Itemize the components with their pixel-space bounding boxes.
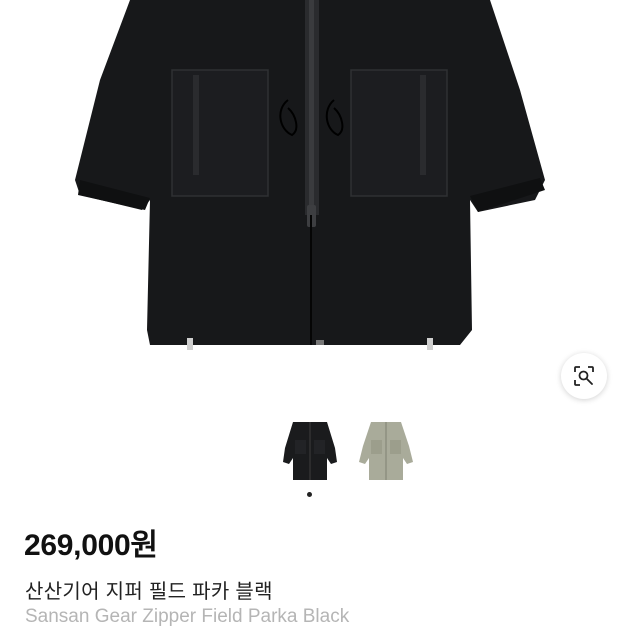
thumbnail-black[interactable] (279, 418, 341, 484)
black-parka-thumbnail-image (283, 422, 337, 480)
thumbnail-khaki[interactable] (355, 418, 417, 484)
product-price: 269,000원 (24, 529, 158, 562)
product-subtitle-english: Sansan Gear Zipper Field Parka Black (25, 606, 350, 627)
parka-illustration (75, 0, 545, 350)
color-variant-thumbnails (0, 418, 620, 488)
khaki-parka-thumbnail-image (359, 422, 413, 480)
product-main-image[interactable] (0, 0, 620, 400)
visual-search-button[interactable] (561, 353, 607, 399)
product-title: 산산기어 지퍼 필드 파카 블랙 (25, 581, 273, 603)
visual-search-icon (574, 366, 594, 386)
gallery-page-indicator (307, 492, 312, 497)
